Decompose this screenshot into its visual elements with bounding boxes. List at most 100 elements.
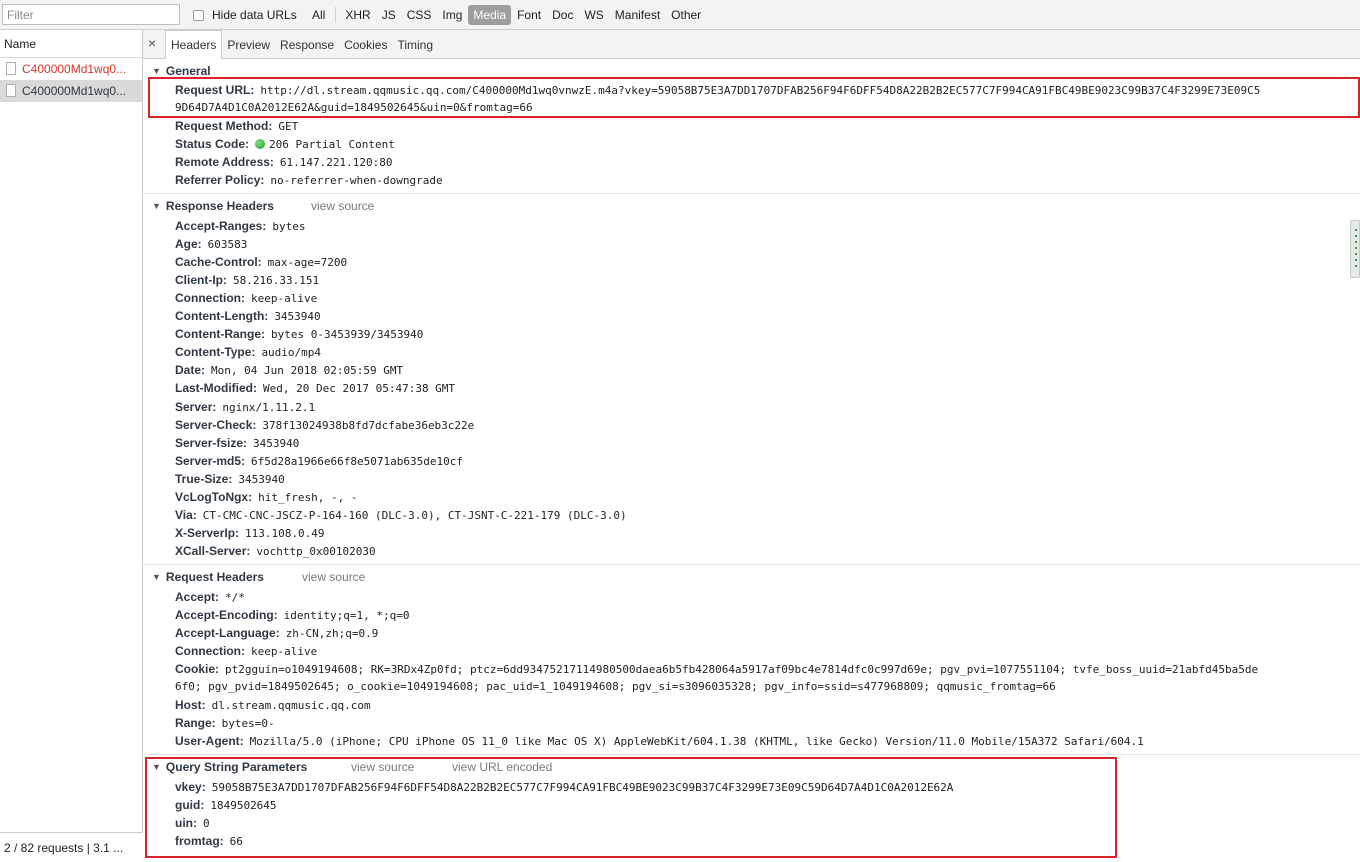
section-divider xyxy=(143,193,1360,194)
header-value: vochttp_0x00102030 xyxy=(256,545,376,558)
header-value: 6f5d28a1966e66f8e5071ab635de10cf xyxy=(251,455,463,468)
header-key: Request Method: xyxy=(175,119,273,133)
name-column-header[interactable]: Name xyxy=(0,30,142,58)
header-row: Via: CT-CMC-CNC-JSCZ-P-164-160 (DLC-3.0),… xyxy=(175,506,627,524)
header-row: Cache-Control: max-age=7200 xyxy=(175,253,347,271)
header-value: Wed, 20 Dec 2017 05:47:38 GMT xyxy=(263,382,456,395)
header-row: Client-Ip: 58.216.33.151 xyxy=(175,271,319,289)
highlight-box-request-url xyxy=(148,77,1360,118)
request-row[interactable]: C400000Md1wq0... xyxy=(0,58,142,80)
filter-manifest[interactable]: Manifest xyxy=(610,5,665,25)
header-key: Accept-Ranges: xyxy=(175,219,267,233)
header-row: Content-Length: 3453940 xyxy=(175,307,321,325)
header-key: Accept-Encoding: xyxy=(175,608,278,622)
scrollbar-thumb[interactable] xyxy=(1350,220,1360,278)
header-key: VcLogToNgx: xyxy=(175,490,253,504)
header-key: Host: xyxy=(175,698,206,712)
header-key: Connection: xyxy=(175,644,245,658)
header-row: Server-fsize: 3453940 xyxy=(175,434,299,452)
header-value: no-referrer-when-downgrade xyxy=(270,174,443,187)
header-key: XCall-Server: xyxy=(175,544,251,558)
resource-type-filters: All XHR JS CSS Img Media Font Doc WS Man… xyxy=(307,5,707,25)
tab-timing[interactable]: Timing xyxy=(392,30,438,59)
triangle-down-icon: ▼ xyxy=(152,201,161,211)
request-row-selected[interactable]: C400000Md1wq0... xyxy=(0,80,142,102)
header-value: pt2gguin=o1049194608; RK=3RDx4Zp0fd; ptc… xyxy=(225,663,1259,676)
header-value: */* xyxy=(225,591,245,604)
header-key: Server-Check: xyxy=(175,418,257,432)
header-row: Request Method: GET xyxy=(175,117,298,135)
filter-ws[interactable]: WS xyxy=(579,5,608,25)
header-row: Last-Modified: Wed, 20 Dec 2017 05:47:38 … xyxy=(175,379,455,397)
header-key: Server-md5: xyxy=(175,454,246,468)
header-value: audio/mp4 xyxy=(261,346,322,359)
hide-data-urls-toggle[interactable]: Hide data URLs xyxy=(193,8,297,22)
filter-input[interactable] xyxy=(2,4,180,25)
highlight-box-query-params xyxy=(145,757,1117,858)
header-key: Connection: xyxy=(175,291,245,305)
hide-data-urls-checkbox[interactable] xyxy=(193,9,204,21)
response-headers-section-header[interactable]: ▼ Response Headers xyxy=(152,198,274,214)
header-key: Accept: xyxy=(175,590,220,604)
header-value: 378f13024938b8fd7dcfabe36eb3c22e xyxy=(262,419,475,432)
details-tab-bar: × Headers Preview Response Cookies Timin… xyxy=(143,30,1360,59)
file-icon xyxy=(6,84,16,97)
header-key: Via: xyxy=(175,508,197,522)
header-value: 3453940 xyxy=(238,473,285,486)
filter-css[interactable]: CSS xyxy=(402,5,437,25)
header-key: Cookie: xyxy=(175,662,220,676)
header-key: Referrer Policy: xyxy=(175,173,265,187)
tab-cookies[interactable]: Cookies xyxy=(339,30,392,59)
tab-headers[interactable]: Headers xyxy=(165,30,223,59)
section-divider xyxy=(143,754,1360,755)
general-title: General xyxy=(165,64,211,78)
header-value: 206 Partial Content xyxy=(269,138,395,151)
filter-img[interactable]: Img xyxy=(437,5,467,25)
header-value: dl.stream.qqmusic.qq.com xyxy=(211,699,371,712)
filter-font[interactable]: Font xyxy=(512,5,546,25)
header-row: X-ServerIp: 113.108.0.49 xyxy=(175,524,325,542)
header-row: Connection: keep-alive xyxy=(175,642,317,660)
response-view-source-link[interactable]: view source xyxy=(311,199,374,213)
tab-preview[interactable]: Preview xyxy=(222,30,275,59)
request-details-panel: × Headers Preview Response Cookies Timin… xyxy=(143,30,1360,862)
header-value: hit_fresh, -, - xyxy=(258,491,358,504)
header-key: Date: xyxy=(175,363,206,377)
header-key: True-Size: xyxy=(175,472,233,486)
header-key: Content-Length: xyxy=(175,309,269,323)
filter-xhr[interactable]: XHR xyxy=(340,5,375,25)
request-list-panel: Name C400000Md1wq0... C400000Md1wq0... 2… xyxy=(0,30,143,862)
filter-separator xyxy=(335,7,337,23)
header-value: keep-alive xyxy=(251,292,318,305)
header-key: Content-Type: xyxy=(175,345,256,359)
request-summary-status: 2 / 82 requests | 3.1 ... xyxy=(0,832,143,862)
request-headers-title: Request Headers xyxy=(165,570,264,584)
header-value: max-age=7200 xyxy=(267,256,348,269)
header-value: bytes 0-3453939/3453940 xyxy=(271,328,424,341)
header-key: X-ServerIp: xyxy=(175,526,240,540)
header-value: GET xyxy=(278,120,299,133)
filter-js[interactable]: JS xyxy=(377,5,401,25)
header-key: Content-Range: xyxy=(175,327,265,341)
header-key: Server-fsize: xyxy=(175,436,248,450)
filter-other[interactable]: Other xyxy=(666,5,706,25)
header-row: User-Agent: Mozilla/5.0 (iPhone; CPU iPho… xyxy=(175,732,1144,750)
header-key: Status Code: xyxy=(175,137,250,151)
filter-media[interactable]: Media xyxy=(468,5,512,25)
close-icon[interactable]: × xyxy=(148,35,156,51)
header-value: 61.147.221.120:80 xyxy=(279,156,393,169)
request-headers-section-header[interactable]: ▼ Request Headers xyxy=(152,569,264,585)
request-view-source-link[interactable]: view source xyxy=(302,570,365,584)
header-value: Mozilla/5.0 (iPhone; CPU iPhone OS 11_0 … xyxy=(249,735,1144,748)
header-value: bytes xyxy=(272,220,306,233)
hide-data-urls-label: Hide data URLs xyxy=(212,8,297,22)
filter-doc[interactable]: Doc xyxy=(547,5,578,25)
request-name: C400000Md1wq0... xyxy=(22,84,127,98)
header-key: Client-Ip: xyxy=(175,273,227,287)
section-divider xyxy=(143,564,1360,565)
header-row: Remote Address: 61.147.221.120:80 xyxy=(175,153,393,171)
filter-all[interactable]: All xyxy=(307,5,330,25)
tab-response[interactable]: Response xyxy=(275,30,339,59)
header-row: Referrer Policy: no-referrer-when-downgra… xyxy=(175,171,443,189)
header-row: True-Size: 3453940 xyxy=(175,470,285,488)
